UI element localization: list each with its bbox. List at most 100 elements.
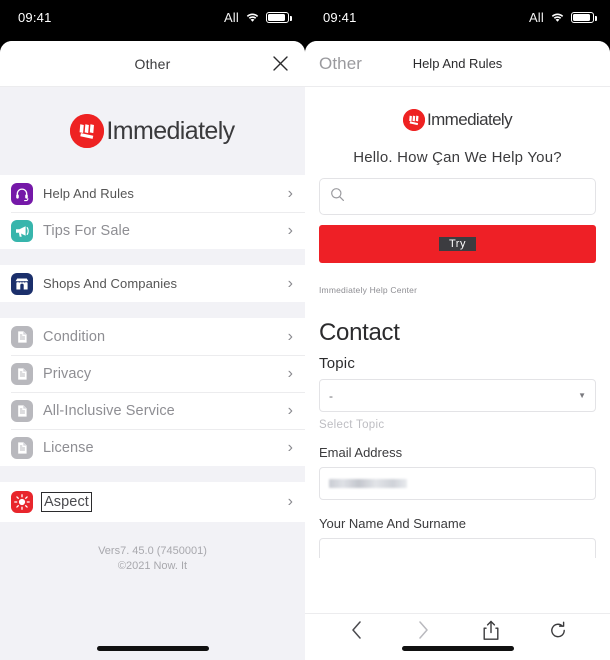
wifi-icon bbox=[245, 12, 260, 23]
left-panel: 09:41 All Other Immediately Help And Rul… bbox=[0, 0, 305, 660]
chevron-right-icon: › bbox=[287, 274, 293, 292]
share-icon[interactable] bbox=[474, 615, 508, 645]
chevron-right-icon: › bbox=[287, 493, 293, 510]
reload-icon[interactable] bbox=[541, 615, 575, 645]
try-button-label: Try bbox=[439, 237, 476, 251]
brand-name: Immediately bbox=[106, 116, 235, 145]
sidebar-item-label: Tips For Sale bbox=[43, 222, 130, 239]
browser-sheet-right: Other Help And Rules Immediately Hello. … bbox=[305, 41, 610, 660]
home-indicator[interactable] bbox=[96, 646, 209, 651]
sidebar-item-label: Aspect bbox=[41, 492, 92, 512]
sheet-stack-right: Other Help And Rules Immediately Hello. … bbox=[305, 41, 610, 660]
sidebar-item-label: Shops And Companies bbox=[43, 276, 178, 291]
store-icon bbox=[11, 272, 33, 295]
dual-screenshot: 09:41 All Other Immediately Help And Rul… bbox=[0, 0, 610, 660]
sidebar-item-aspect[interactable]: Aspect › bbox=[0, 482, 305, 522]
status-carrier: All bbox=[528, 9, 544, 25]
home-indicator[interactable] bbox=[401, 646, 514, 651]
sidebar-item-help-and-rules[interactable]: Help And Rules › bbox=[0, 175, 305, 212]
sidebar-item-license[interactable]: License › bbox=[0, 429, 305, 466]
chevron-right-icon: › bbox=[287, 438, 293, 456]
document-icon bbox=[11, 325, 33, 348]
brand-logo-icon bbox=[70, 114, 105, 148]
chevron-right-icon: › bbox=[287, 364, 293, 382]
status-bar-right: 09:41 All bbox=[305, 0, 610, 34]
chevron-right-icon: › bbox=[287, 401, 293, 419]
brand-logo-icon bbox=[402, 109, 425, 131]
left-nav-title: Other bbox=[134, 55, 171, 72]
modal-sheet-left: Other Immediately Help And Rules › Tips … bbox=[0, 41, 305, 660]
left-navbar: Other bbox=[0, 41, 305, 87]
close-icon[interactable] bbox=[267, 51, 293, 77]
status-time: 09:41 bbox=[323, 9, 357, 25]
list-divider bbox=[0, 466, 305, 482]
brand-lockup: Immediately bbox=[402, 109, 513, 131]
status-time: 09:41 bbox=[18, 9, 52, 25]
web-content[interactable]: Immediately Hello. How Çan We Help You? … bbox=[305, 87, 610, 613]
copyright-text: ©2021 Now. It bbox=[117, 560, 188, 572]
sheet-stack-left: Other Immediately Help And Rules › Tips … bbox=[0, 41, 305, 660]
breadcrumb[interactable]: Immediately Help Center bbox=[319, 285, 596, 295]
document-icon bbox=[11, 436, 33, 459]
status-carrier: All bbox=[223, 9, 239, 25]
settings-list[interactable]: Immediately Help And Rules › Tips For Sa… bbox=[0, 87, 305, 660]
topic-select[interactable]: - ▼ bbox=[319, 379, 596, 412]
name-field[interactable] bbox=[319, 538, 596, 558]
megaphone-icon bbox=[11, 219, 33, 242]
sidebar-item-tips-for-sale[interactable]: Tips For Sale › bbox=[0, 212, 305, 249]
chevron-right-icon: › bbox=[287, 221, 293, 239]
brightness-icon bbox=[11, 491, 33, 513]
name-label: Your Name And Surname bbox=[319, 516, 466, 531]
wifi-icon bbox=[550, 12, 565, 23]
sidebar-item-label: Help And Rules bbox=[43, 186, 135, 201]
list-group-1: Help And Rules › Tips For Sale › bbox=[0, 175, 305, 249]
redacted-email-value bbox=[329, 479, 407, 488]
brand-lockup: Immediately bbox=[70, 114, 235, 148]
app-version-footer: Vers7. 45.0 (7450001) ©2021 Now. It bbox=[0, 522, 305, 574]
status-indicators: All bbox=[528, 9, 597, 25]
list-divider bbox=[0, 249, 305, 265]
chevron-down-icon: ▼ bbox=[578, 391, 586, 400]
version-text: Vers7. 45.0 (7450001) bbox=[98, 545, 207, 557]
topic-label: Topic bbox=[319, 355, 356, 372]
status-indicators: All bbox=[223, 9, 292, 25]
chevron-right-icon[interactable] bbox=[407, 615, 441, 645]
battery-icon bbox=[266, 11, 292, 23]
email-field[interactable] bbox=[319, 467, 596, 500]
sidebar-item-condition[interactable]: Condition › bbox=[0, 318, 305, 355]
topic-selected-value: - bbox=[329, 388, 333, 403]
search-icon bbox=[330, 187, 345, 207]
chevron-right-icon: › bbox=[287, 184, 293, 202]
list-group-4: Aspect › bbox=[0, 482, 305, 522]
sidebar-item-shops-and-companies[interactable]: Shops And Companies › bbox=[0, 265, 305, 302]
list-group-2: Shops And Companies › bbox=[0, 265, 305, 302]
sidebar-item-label: Condition bbox=[43, 328, 106, 345]
status-bar-left: 09:41 All bbox=[0, 0, 305, 34]
sidebar-item-label: Privacy bbox=[43, 365, 92, 382]
help-heading: Hello. How Çan We Help You? bbox=[353, 149, 562, 166]
right-panel: 09:41 All Other Help And Rules Immediate… bbox=[305, 0, 610, 660]
search-box[interactable] bbox=[319, 178, 596, 215]
headset-icon bbox=[11, 182, 33, 205]
brand-header-left: Immediately bbox=[0, 87, 305, 175]
document-icon bbox=[11, 399, 33, 422]
brand-name: Immediately bbox=[426, 110, 513, 129]
sidebar-item-label: License bbox=[43, 439, 94, 456]
back-link[interactable]: Other bbox=[319, 54, 362, 74]
try-button[interactable]: Try bbox=[319, 225, 596, 263]
search-input[interactable] bbox=[353, 189, 585, 204]
email-label: Email Address bbox=[319, 445, 403, 460]
list-divider bbox=[0, 302, 305, 318]
sidebar-item-all-inclusive-service[interactable]: All-Inclusive Service › bbox=[0, 392, 305, 429]
browser-navbar: Other Help And Rules bbox=[305, 41, 610, 87]
brand-header-right: Immediately bbox=[319, 87, 596, 131]
sidebar-item-label: All-Inclusive Service bbox=[43, 402, 175, 419]
chevron-left-icon[interactable] bbox=[340, 615, 374, 645]
browser-toolbar bbox=[305, 613, 610, 660]
sidebar-item-privacy[interactable]: Privacy › bbox=[0, 355, 305, 392]
topic-helper-text: Select Topic bbox=[319, 419, 385, 431]
chevron-right-icon: › bbox=[287, 327, 293, 345]
document-icon bbox=[11, 362, 33, 385]
contact-heading: Contact bbox=[319, 319, 400, 346]
battery-icon bbox=[571, 11, 597, 23]
